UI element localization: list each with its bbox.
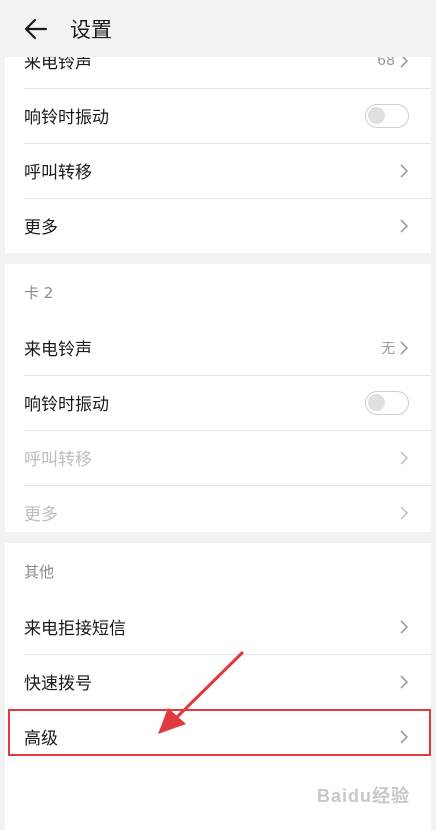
chevron-right-icon (399, 505, 409, 521)
more-row-sim1[interactable]: 更多 (5, 198, 431, 253)
ringtone-value: 无 (381, 340, 395, 357)
call-forwarding-row-sim1[interactable]: 呼叫转移 (5, 143, 431, 198)
vibrate-label: 响铃时振动 (24, 395, 109, 415)
chevron-right-icon (399, 450, 409, 466)
chevron-right-icon (399, 163, 409, 179)
speed-dial-row[interactable]: 快速拨号 (5, 654, 431, 709)
call-forwarding-label: 呼叫转移 (24, 450, 92, 470)
call-forwarding-row-sim2[interactable]: 呼叫转移 (5, 430, 431, 485)
arrow-left-icon (24, 18, 48, 39)
app-bar: 设置 (0, 0, 436, 57)
chevron-right-icon (399, 218, 409, 234)
vibrate-toggle-sim2[interactable] (365, 390, 409, 415)
sim1-settings-card: 来电铃声 68 响铃时振动 呼叫转移 更多 (5, 33, 431, 253)
speed-dial-label: 快速拨号 (24, 674, 92, 694)
back-button[interactable] (16, 9, 56, 49)
page-title: 设置 (70, 17, 112, 42)
sim2-section-title: 卡 2 (24, 283, 54, 302)
vibrate-label: 响铃时振动 (24, 108, 109, 128)
vibrate-row-sim2: 响铃时振动 (5, 375, 431, 430)
reject-sms-row[interactable]: 来电拒接短信 (5, 599, 431, 654)
sim2-settings-card: 卡 2 来电铃声 无 响铃时振动 呼叫转移 更多 (5, 264, 431, 532)
advanced-label: 高级 (24, 729, 58, 749)
toggle-knob (368, 393, 385, 411)
more-label: 更多 (24, 505, 58, 525)
vibrate-row-sim1: 响铃时振动 (5, 88, 431, 143)
vibrate-toggle-sim1[interactable] (365, 103, 409, 128)
chevron-right-icon (399, 674, 409, 690)
advanced-row[interactable]: 高级 (5, 709, 431, 764)
more-row-sim2[interactable]: 更多 (5, 485, 431, 540)
reject-sms-label: 来电拒接短信 (24, 619, 126, 639)
chevron-right-icon (399, 729, 409, 745)
ringtone-row-sim2[interactable]: 来电铃声 无 (5, 320, 431, 375)
other-section-title: 其他 (24, 562, 55, 581)
more-label: 更多 (24, 218, 58, 238)
chevron-right-icon (399, 619, 409, 635)
toggle-knob (368, 106, 385, 124)
ringtone-label: 来电铃声 (24, 340, 92, 360)
chevron-right-icon (399, 340, 409, 356)
watermark: Baidu经验 (316, 786, 410, 806)
call-forwarding-label: 呼叫转移 (24, 163, 92, 183)
